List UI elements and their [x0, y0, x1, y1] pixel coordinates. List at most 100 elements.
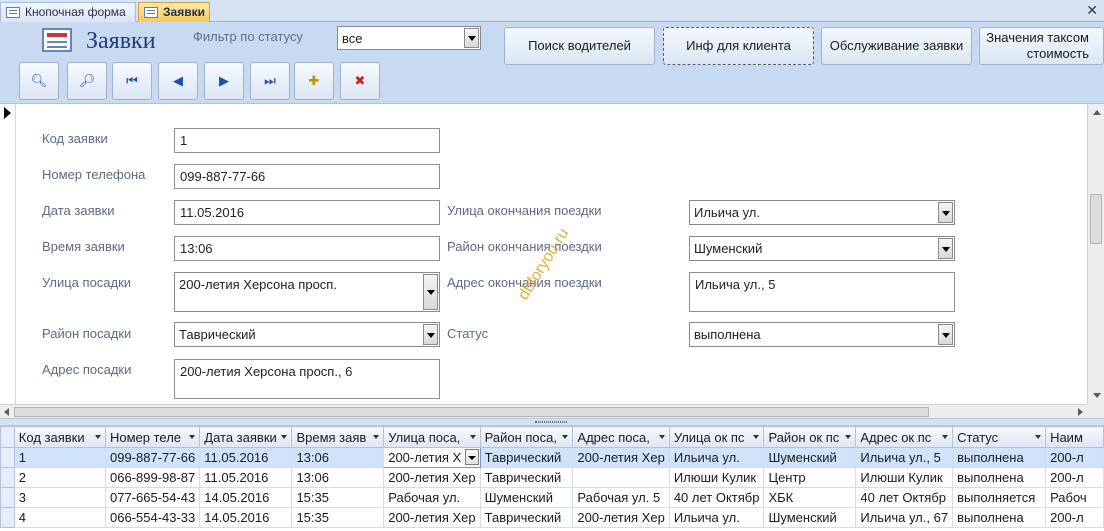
sort-filter-icon[interactable]: [753, 435, 760, 439]
table-cell[interactable]: 40 лет Октябр: [668, 487, 765, 508]
column-header[interactable]: Номер теле: [104, 426, 201, 448]
table-cell[interactable]: Ильича ул., 5: [855, 447, 954, 468]
chevron-down-icon[interactable]: [464, 28, 479, 48]
table-cell[interactable]: Илюши Кулик: [668, 467, 765, 488]
tab-switchboard-form[interactable]: Кнопочная форма: [0, 2, 136, 22]
table-cell[interactable]: 077-665-54-43: [104, 487, 201, 508]
request-id-field[interactable]: 1: [174, 128, 440, 153]
find-next-button[interactable]: 🔎︎: [67, 62, 107, 100]
column-header[interactable]: Район ок пс: [763, 426, 857, 448]
sort-filter-icon[interactable]: [845, 435, 852, 439]
scroll-right-icon[interactable]: [1078, 408, 1083, 416]
table-cell[interactable]: выполнена: [952, 507, 1047, 528]
row-selector[interactable]: [0, 507, 15, 528]
chevron-down-icon[interactable]: [938, 202, 953, 223]
table-row[interactable]: 1 099-887-77-66 11.05.2016 13:06 200-летия Х…: [0, 447, 1104, 468]
find-button[interactable]: 🔍︎: [19, 62, 59, 100]
sort-filter-icon[interactable]: [469, 435, 476, 439]
column-header[interactable]: Район поса,: [479, 426, 574, 448]
table-cell[interactable]: 066-554-43-33: [104, 507, 201, 528]
table-cell[interactable]: 2: [13, 467, 106, 488]
table-cell[interactable]: 200-л: [1045, 447, 1104, 468]
end-district-select[interactable]: Шуменский: [689, 236, 955, 261]
column-header[interactable]: Адрес поса,: [572, 426, 670, 448]
column-header[interactable]: Код заявки: [13, 426, 106, 448]
column-header[interactable]: Улица поса,: [383, 426, 481, 448]
table-cell[interactable]: выполнена: [952, 447, 1047, 468]
table-cell[interactable]: Таврический: [479, 467, 574, 488]
client-info-button[interactable]: Инф для клиента: [663, 27, 814, 65]
chevron-down-icon[interactable]: [938, 238, 953, 259]
table-cell[interactable]: Шуменский: [479, 487, 574, 508]
sort-filter-icon[interactable]: [1035, 435, 1042, 439]
table-cell[interactable]: Рабочая ул. 5: [572, 487, 670, 508]
table-cell[interactable]: 200-летия Хер: [572, 507, 670, 528]
table-cell[interactable]: 3: [13, 487, 106, 508]
scroll-down-icon[interactable]: [1093, 393, 1101, 398]
table-cell[interactable]: Шуменский: [763, 447, 857, 468]
next-record-button[interactable]: ▶: [204, 62, 244, 100]
table-cell[interactable]: 11.05.2016: [199, 467, 293, 488]
scroll-thumb[interactable]: [14, 407, 929, 417]
table-row[interactable]: 3 077-665-54-43 14.05.2016 15:35 Рабочая ул.…: [0, 487, 1104, 508]
table-cell[interactable]: 066-899-98-87: [104, 467, 201, 488]
table-cell[interactable]: 13:06: [291, 467, 385, 488]
table-cell[interactable]: Рабоч: [1045, 487, 1104, 508]
sort-filter-icon[interactable]: [942, 435, 949, 439]
form-vertical-scrollbar[interactable]: [1087, 104, 1104, 404]
pickup-address-field[interactable]: 200-летия Херсона просп., 6: [174, 359, 440, 399]
split-form-splitter[interactable]: [0, 418, 1104, 426]
chevron-down-icon[interactable]: [423, 274, 438, 310]
chevron-down-icon[interactable]: [938, 324, 953, 345]
table-cell[interactable]: 15:35: [291, 507, 385, 528]
sort-filter-icon[interactable]: [281, 435, 288, 439]
status-filter-select[interactable]: все: [337, 26, 481, 50]
phone-field[interactable]: 099-887-77-66: [174, 164, 440, 189]
table-cell[interactable]: Ильича ул., 67: [855, 507, 954, 528]
table-row[interactable]: 4 066-554-43-33 14.05.2016 15:35 200-летия Х…: [0, 507, 1104, 528]
table-cell[interactable]: 099-887-77-66: [104, 447, 201, 468]
form-horizontal-scrollbar[interactable]: [0, 404, 1087, 418]
request-time-field[interactable]: 13:06: [174, 236, 440, 261]
table-cell[interactable]: Центр: [763, 467, 857, 488]
table-cell[interactable]: Илюши Кулик: [855, 467, 954, 488]
request-service-button[interactable]: Обслуживание заявки: [821, 27, 972, 65]
end-address-field[interactable]: Ильича ул., 5: [689, 272, 955, 312]
chevron-down-icon[interactable]: [423, 324, 438, 345]
table-cell[interactable]: 15:35: [291, 487, 385, 508]
column-header[interactable]: Дата заявки: [199, 426, 293, 448]
find-drivers-button[interactable]: Поиск водителей: [504, 27, 655, 65]
tab-requests[interactable]: Заявки: [138, 2, 210, 22]
table-cell[interactable]: 200-летия Хер: [383, 507, 481, 528]
table-cell[interactable]: 200-летия Хер: [383, 467, 481, 488]
scroll-left-icon[interactable]: [4, 408, 9, 416]
table-cell[interactable]: [572, 467, 670, 488]
sort-filter-icon[interactable]: [373, 435, 380, 439]
table-cell[interactable]: Ильича ул.: [668, 507, 765, 528]
tariff-values-button[interactable]: Значения таксом стоимость: [979, 27, 1104, 65]
sort-filter-icon[interactable]: [658, 435, 665, 439]
first-record-button[interactable]: ⏮: [112, 62, 152, 100]
table-cell[interactable]: выполняется: [952, 487, 1047, 508]
pickup-district-select[interactable]: Таврический: [174, 322, 440, 347]
table-row[interactable]: 2 066-899-98-87 11.05.2016 13:06 200-летия Х…: [0, 467, 1104, 488]
sort-filter-icon[interactable]: [189, 435, 196, 439]
sort-filter-icon[interactable]: [94, 435, 101, 439]
pickup-street-select[interactable]: 200-летия Херсона просп.: [174, 272, 440, 312]
column-header[interactable]: Статус: [952, 426, 1047, 448]
close-icon[interactable]: ✕: [1086, 2, 1098, 19]
table-cell[interactable]: 200-л: [1045, 467, 1104, 488]
table-cell[interactable]: Шуменский: [763, 507, 857, 528]
column-header[interactable]: Улица ок пс: [668, 426, 765, 448]
new-record-button[interactable]: ✚: [294, 62, 334, 100]
table-cell[interactable]: 14.05.2016: [199, 487, 293, 508]
status-select[interactable]: выполнена: [689, 322, 955, 347]
table-cell[interactable]: 14.05.2016: [199, 507, 293, 528]
end-street-select[interactable]: Ильича ул.: [689, 200, 955, 225]
chevron-down-icon[interactable]: [464, 449, 479, 465]
table-cell[interactable]: 200-летия Хер: [572, 447, 670, 468]
record-selector[interactable]: [0, 104, 16, 404]
table-cell[interactable]: Ильича ул.: [668, 447, 765, 468]
column-header[interactable]: Адрес ок пс: [855, 426, 954, 448]
column-header[interactable]: Время заяв: [291, 426, 385, 448]
